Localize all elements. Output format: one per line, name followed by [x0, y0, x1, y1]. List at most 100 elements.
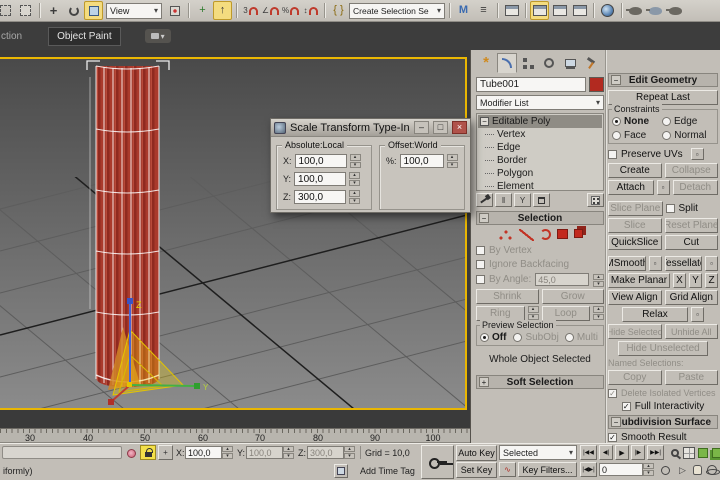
scale-z-field[interactable]: 300,0 — [294, 190, 346, 204]
ignore-backfacing-checkbox[interactable] — [476, 260, 485, 269]
set-keys-button[interactable] — [421, 445, 454, 479]
hide-unselected-button[interactable]: Hide Unselected — [618, 341, 708, 356]
orbit-icon[interactable] — [705, 463, 718, 477]
render-production-icon[interactable] — [666, 1, 685, 20]
x-coord-spinner[interactable]: ▴▾ — [222, 446, 233, 459]
polygon-subobject-icon[interactable] — [557, 229, 568, 239]
scale-y-spinner[interactable]: ▴▾ — [349, 172, 360, 186]
time-configuration-icon[interactable] — [658, 463, 672, 477]
pan-icon[interactable] — [691, 463, 704, 477]
keyboard-override-icon[interactable]: ↑ — [213, 1, 232, 20]
x-coord-field[interactable]: 100,0 — [185, 446, 222, 459]
paste-button[interactable]: Paste — [665, 370, 719, 385]
edge-subobject-icon[interactable] — [519, 229, 534, 241]
collapse-icon[interactable]: − — [479, 213, 489, 223]
unhide-all-button[interactable]: Unhide All — [665, 324, 719, 339]
previous-frame-button[interactable]: ◀| — [599, 445, 613, 460]
stack-item-element[interactable]: Element — [478, 180, 602, 193]
scene-explorer-icon[interactable] — [530, 1, 549, 20]
make-planar-button[interactable]: Make Planar — [608, 273, 670, 288]
tessellate-settings-button[interactable]: ▫ — [705, 256, 718, 271]
subdivision-surface-rollout-header[interactable]: −Subdivision Surface — [608, 415, 718, 429]
constraint-face-radio[interactable] — [612, 131, 621, 140]
layer-explorer-icon[interactable] — [502, 1, 521, 20]
mirror-icon[interactable]: M — [454, 1, 473, 20]
angle-field[interactable]: 45,0 — [535, 273, 589, 286]
soft-selection-rollout-header[interactable]: +Soft Selection — [476, 375, 604, 389]
spinner-snap-icon[interactable]: ↕ — [301, 1, 320, 20]
collapse-icon[interactable]: − — [611, 417, 621, 427]
selection-filter-dropdown[interactable]: Selected▾ — [499, 445, 577, 460]
key-filters-button[interactable]: Key Filters... — [518, 462, 577, 477]
attach-settings-button[interactable]: ▫ — [657, 180, 670, 195]
reset-plane-button[interactable]: Reset Plane — [665, 218, 719, 233]
material-editor-icon[interactable] — [598, 1, 617, 20]
attach-button[interactable]: Attach — [608, 180, 654, 195]
communicate-icon[interactable] — [124, 446, 138, 460]
shrink-button[interactable]: Shrink — [476, 289, 539, 304]
tab-modify[interactable] — [497, 53, 517, 73]
y-coord-spinner[interactable]: ▴▾ — [283, 446, 294, 459]
tessellate-button[interactable]: Tessellate — [665, 256, 703, 271]
select-and-scale-icon[interactable] — [84, 1, 103, 20]
absolute-mode-toggle[interactable]: + — [158, 445, 173, 460]
loop-spinner[interactable]: ▴▾ — [593, 306, 604, 320]
preview-multi-radio[interactable] — [565, 333, 574, 342]
next-frame-button[interactable]: |▶ — [631, 445, 645, 460]
z-coord-field[interactable]: 300,0 — [307, 446, 344, 459]
planar-y-button[interactable]: Y — [689, 273, 702, 288]
grow-button[interactable]: Grow — [542, 289, 605, 304]
frame-spinner[interactable]: ▴▾ — [643, 463, 654, 476]
render-setup-icon[interactable] — [626, 1, 645, 20]
planar-z-button[interactable]: Z — [705, 273, 718, 288]
scale-x-field[interactable]: 100,0 — [295, 154, 347, 168]
default-in-out-tangents-button[interactable]: ∿ — [499, 462, 516, 477]
edit-named-selection-sets-icon[interactable]: { } — [329, 1, 348, 20]
pin-stack-button[interactable] — [476, 193, 493, 207]
show-end-result-button[interactable]: ‖ — [495, 193, 512, 207]
relax-settings-button[interactable]: ▫ — [691, 307, 704, 322]
scale-y-field[interactable]: 100,0 — [294, 172, 346, 186]
repeat-last-button[interactable]: Repeat Last — [608, 90, 718, 105]
ring-spinner[interactable]: ▴▾ — [528, 306, 539, 320]
stack-item-editable-poly[interactable]: −Editable Poly — [478, 115, 602, 128]
loop-button[interactable]: Loop — [542, 306, 591, 321]
selection-lock-toggle[interactable] — [140, 445, 156, 460]
reference-coordinate-dropdown[interactable]: View▾ — [106, 3, 162, 19]
perspective-viewport[interactable]: Z Y — [0, 57, 467, 410]
relax-button[interactable]: Relax — [622, 307, 688, 322]
stack-item-border[interactable]: Border — [478, 154, 602, 167]
grid-align-button[interactable]: Grid Align — [665, 290, 719, 305]
msmooth-button[interactable]: MSmooth — [608, 256, 646, 271]
slice-plane-button[interactable]: Slice Plane — [608, 201, 663, 216]
zoom-extents-icon[interactable] — [696, 446, 709, 460]
isolate-selection-toggle[interactable] — [334, 464, 348, 478]
y-coord-field[interactable]: 100,0 — [246, 446, 283, 459]
rendered-frame-window-icon[interactable] — [646, 1, 665, 20]
schematic-view-icon[interactable] — [570, 1, 589, 20]
create-button[interactable]: Create — [608, 163, 662, 178]
tab-display[interactable] — [560, 53, 580, 73]
named-selection-set-dropdown[interactable]: Create Selection Se▾ — [349, 3, 445, 19]
preview-off-radio[interactable] — [480, 333, 489, 342]
minimize-button[interactable]: – — [414, 121, 429, 134]
set-key-button[interactable]: Set Key — [456, 462, 497, 478]
auto-key-button[interactable]: Auto Key — [456, 445, 497, 461]
by-angle-checkbox[interactable] — [476, 275, 485, 284]
offset-percent-spinner[interactable]: ▴▾ — [447, 154, 458, 168]
by-vertex-checkbox[interactable] — [476, 246, 485, 255]
zoom-all-icon[interactable] — [682, 446, 695, 460]
scale-z-spinner[interactable]: ▴▾ — [349, 190, 360, 204]
hide-selected-button[interactable]: Hide Selected — [608, 324, 662, 339]
preserve-uvs-checkbox[interactable] — [608, 150, 617, 159]
go-to-end-button[interactable]: ▶▶| — [647, 445, 664, 460]
window-crossing-icon[interactable] — [16, 1, 35, 20]
remove-modifier-button[interactable] — [533, 193, 550, 207]
cut-button[interactable]: Cut — [665, 235, 719, 250]
ribbon-tab-object-paint[interactable]: Object Paint — [48, 27, 120, 46]
configure-modifier-sets-button[interactable] — [587, 193, 604, 207]
expand-icon[interactable]: + — [479, 377, 489, 387]
smooth-result-checkbox[interactable]: ✓ — [608, 433, 617, 442]
object-name-field[interactable]: Tube001 — [476, 77, 586, 92]
timeline-ruler[interactable]: 30 40 50 60 70 80 90 100 — [0, 428, 470, 443]
